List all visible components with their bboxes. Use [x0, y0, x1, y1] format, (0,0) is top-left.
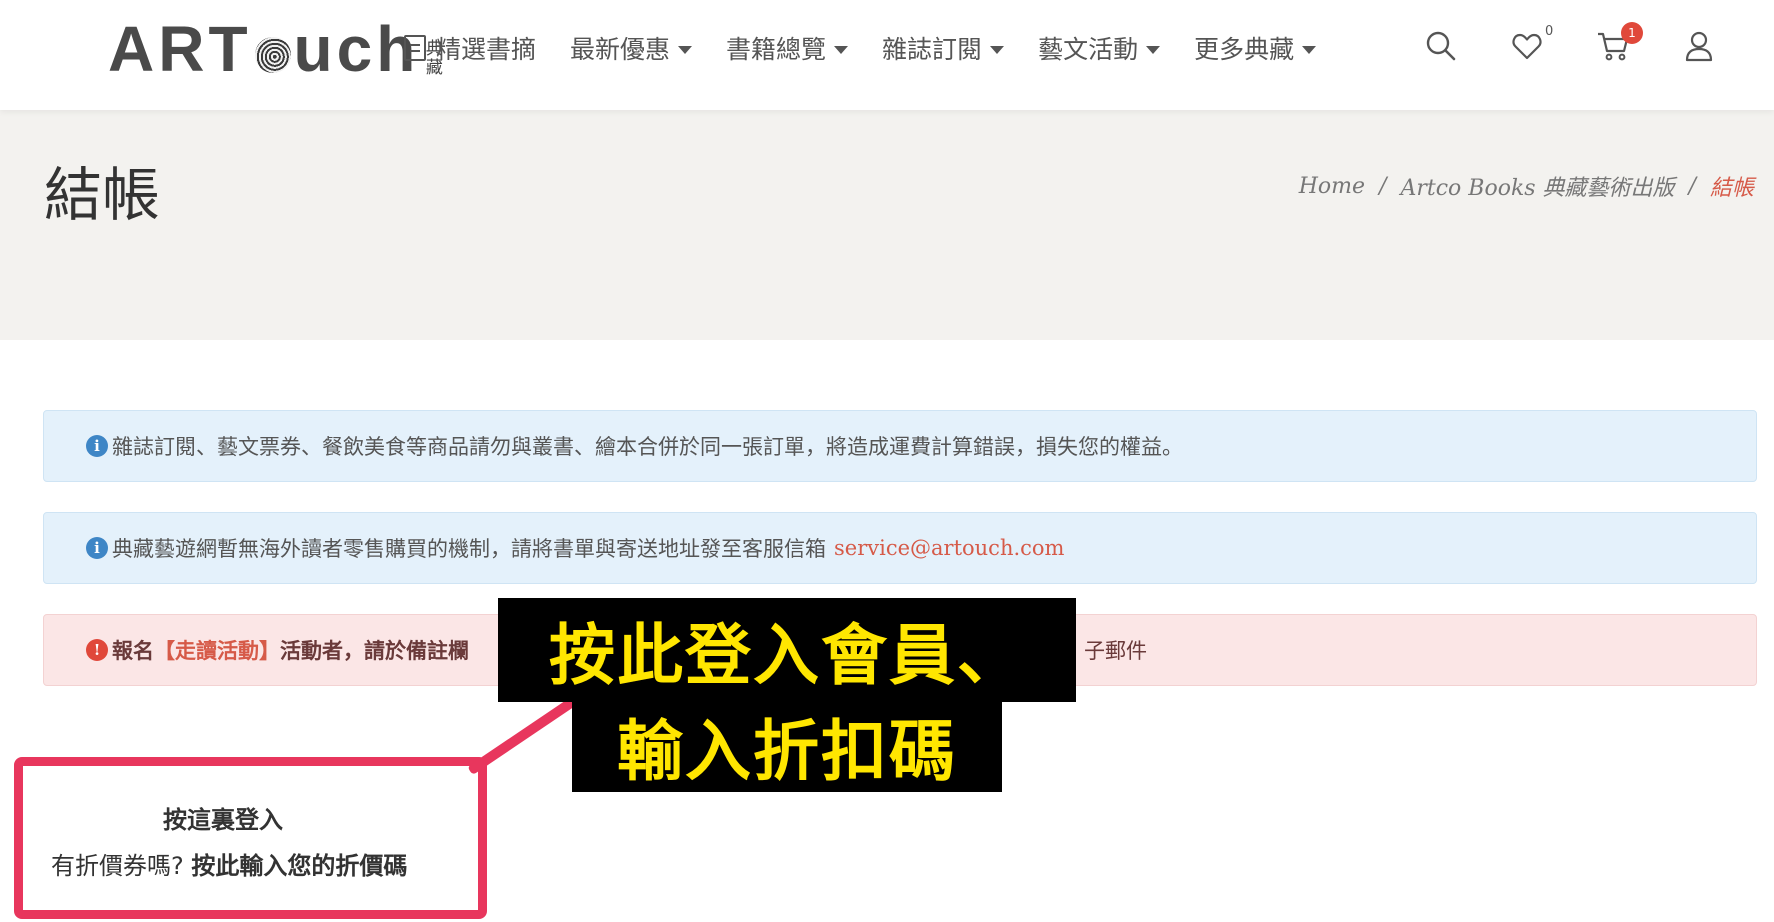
info-icon: i [86, 537, 108, 559]
caret-down-icon [1302, 46, 1317, 54]
cart-count-badge: 1 [1621, 22, 1643, 44]
book-icon [404, 35, 426, 61]
breadcrumb-home[interactable]: Home [1299, 174, 1365, 199]
nav-item-book-excerpts[interactable]: 精選書摘 [404, 30, 536, 66]
page-title: 結帳 [44, 161, 161, 229]
breadcrumb-publisher[interactable]: Artco Books 典藏藝術出版 [1400, 170, 1674, 202]
notice-mid: 活動者，請於 [280, 639, 406, 663]
nav-label: 雜誌訂閱 [882, 35, 983, 64]
account-button[interactable] [1683, 30, 1715, 62]
caret-down-icon [990, 46, 1005, 54]
nav-label: 最新優惠 [570, 35, 671, 64]
notice-shipping-mix: i 雜誌訂閱、藝文票券、餐飲美食等商品請勿與叢書、繪本合併於同一張訂單，將造成運… [43, 410, 1757, 482]
caret-down-icon [834, 46, 849, 54]
callout-pointer-line [467, 694, 581, 776]
heart-icon [1512, 33, 1542, 60]
user-icon [1685, 31, 1713, 62]
nav-item-events[interactable]: 藝文活動 [1038, 30, 1161, 66]
service-email-link[interactable]: service@artouch.com [834, 536, 1064, 560]
coupon-question: 有折價券嗎? [51, 852, 184, 880]
nav-label: 藝文活動 [1038, 35, 1139, 64]
cart-button[interactable]: 1 [1597, 22, 1643, 62]
breadcrumb: Home / Artco Books 典藏藝術出版 / 結帳 [1299, 170, 1754, 202]
notice-overseas: i 典藏藝遊網暫無海外讀者零售購買的機制，請將書單與寄送地址發至客服信箱 ser… [43, 512, 1757, 584]
nav-label: 更多典藏 [1194, 35, 1295, 64]
site-header: ARTuch 典藏 精選書摘 最新優惠 書籍總覽 雜誌訂閱 藝文活動 更多典藏 [0, 0, 1774, 110]
nav-item-books[interactable]: 書籍總覽 [726, 30, 849, 66]
callout-line-2: 輸入折扣碼 [572, 700, 1002, 792]
coupon-prompt: 有折價券嗎? 按此輸入您的折價碼 [51, 846, 407, 881]
breadcrumb-current: 結帳 [1709, 176, 1754, 201]
nav-label: 書籍總覽 [726, 35, 827, 64]
callout-line-1: 按此登入會員、 [498, 598, 1076, 702]
wishlist-button[interactable]: 0 [1511, 24, 1553, 62]
search-icon[interactable] [1425, 30, 1457, 62]
breadcrumb-separator: / [1688, 173, 1696, 199]
page-title-band: 結帳 Home / Artco Books 典藏藝術出版 / 結帳 [0, 110, 1774, 340]
caret-down-icon [678, 46, 693, 54]
nav-label: 精選書摘 [436, 35, 537, 64]
breadcrumb-separator: / [1379, 173, 1387, 199]
notice-bold: 備註欄 [406, 639, 469, 663]
logo-wordmark: ART uch [108, 13, 420, 85]
nav-item-latest-offers[interactable]: 最新優惠 [570, 30, 693, 66]
nav-item-magazines[interactable]: 雜誌訂閱 [882, 30, 1005, 66]
header-icons: 0 1 [1425, 22, 1769, 62]
notice-highlight: 【走讀活動】 [154, 639, 280, 663]
fingerprint-icon [254, 37, 291, 73]
notice-text: 典藏藝遊網暫無海外讀者零售購買的機制，請將書單與寄送地址發至客服信箱 [112, 537, 826, 561]
login-coupon-box: 按這裏登入 有折價券嗎? 按此輸入您的折價碼 [14, 757, 487, 919]
notice-prefix: 報名 [112, 639, 154, 663]
coupon-link[interactable]: 按此輸入您的折價碼 [191, 852, 407, 880]
alert-icon: ! [86, 639, 108, 661]
wishlist-count: 0 [1545, 24, 1554, 39]
artouch-logo[interactable]: ART uch 典藏 [108, 14, 445, 84]
nav-item-more[interactable]: 更多典藏 [1194, 30, 1317, 66]
notice-suffix: 子郵件 [1084, 639, 1147, 663]
caret-down-icon [1146, 46, 1161, 54]
main-nav: 精選書摘 最新優惠 書籍總覽 雜誌訂閱 藝文活動 更多典藏 [404, 30, 1350, 66]
login-link[interactable]: 按這裏登入 [163, 800, 283, 835]
info-icon: i [86, 435, 108, 457]
notice-text: 雜誌訂閱、藝文票券、餐飲美食等商品請勿與叢書、繪本合併於同一張訂單，將造成運費計… [112, 435, 1183, 459]
